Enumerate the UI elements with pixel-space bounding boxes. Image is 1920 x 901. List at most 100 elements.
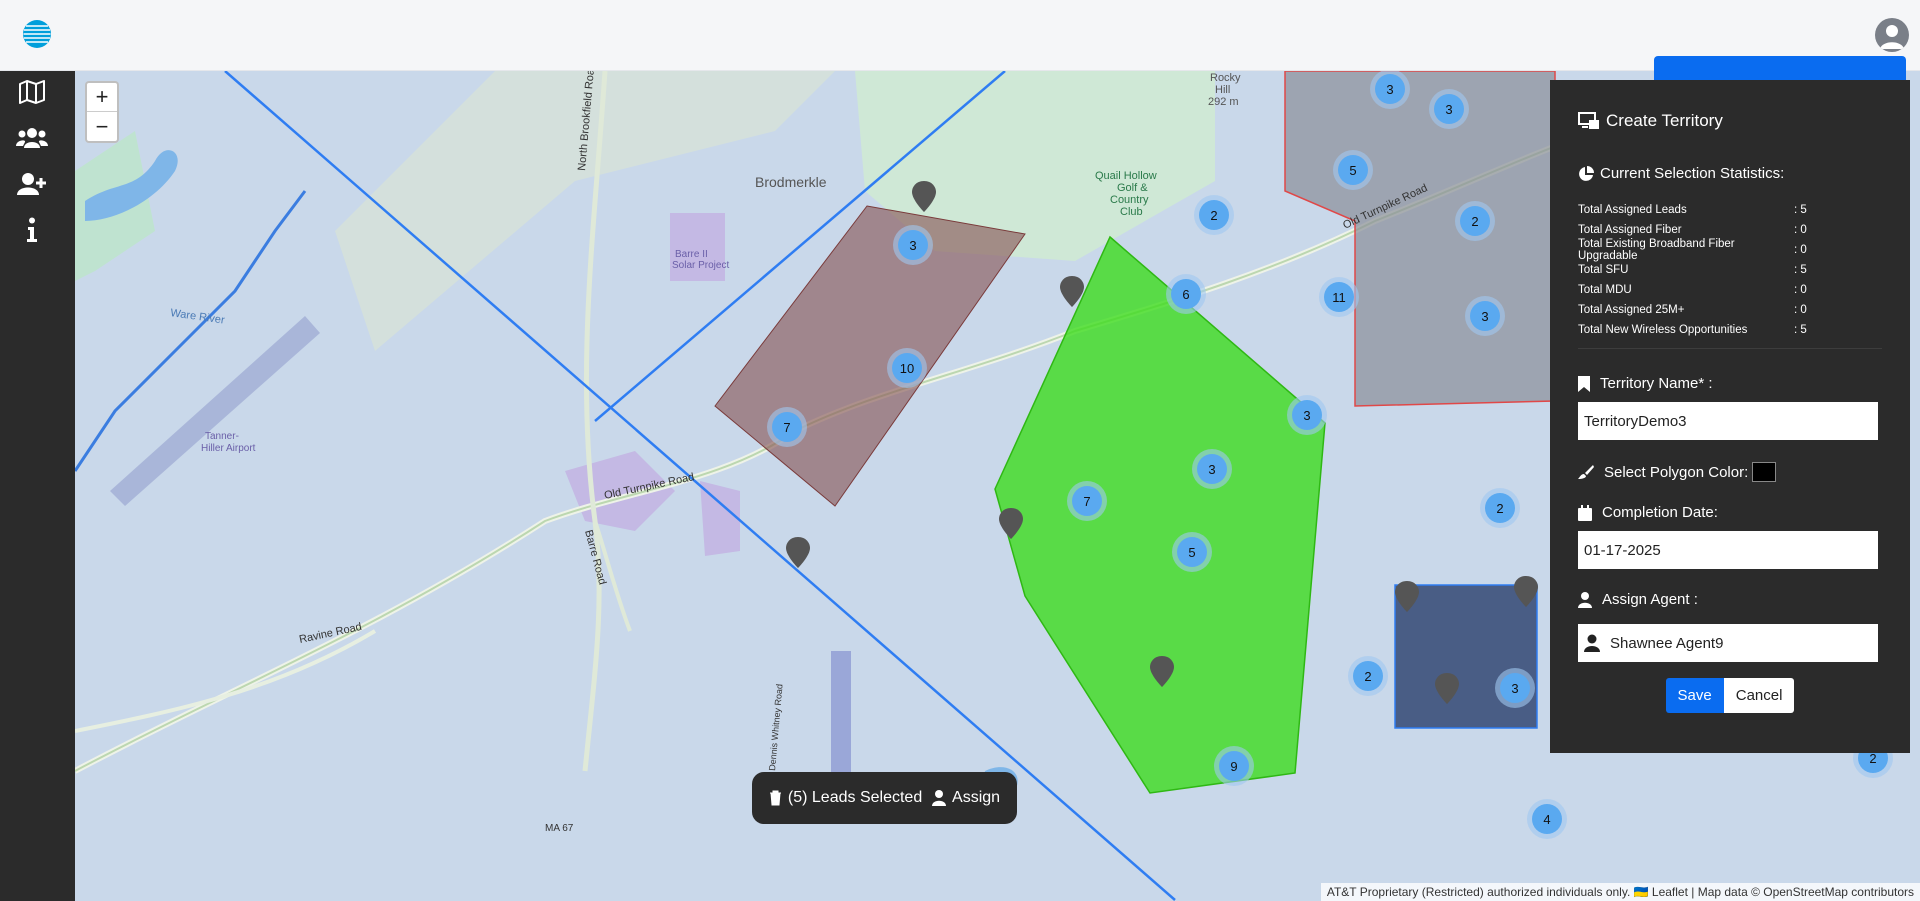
stat-value: : 0 [1794,244,1807,256]
save-button[interactable]: Save [1665,678,1724,713]
completion-date-label: Completion Date: [1578,504,1882,521]
leads-selected-button[interactable]: (5) Leads Selected [769,789,922,807]
assign-agent-select[interactable]: Shawnee Agent9 [1578,624,1878,662]
agent-user-icon [1584,634,1600,652]
map-label-airport1: Tanner- [205,431,239,442]
completion-date-label-text: Completion Date: [1602,504,1718,521]
stat-label: Total Assigned Fiber [1578,224,1682,236]
pie-chart-icon [1579,165,1594,181]
territory-polygon-brown [714,205,1026,507]
map-label-elev: 292 m [1208,96,1239,108]
paint-brush-icon [1578,465,1594,479]
users-icon[interactable] [12,121,52,155]
zoom-control: + − [85,81,119,143]
cluster-marker[interactable]: 3 [1192,449,1232,489]
stat-row: Total New Wireless Opportunities: 5 [1578,320,1882,340]
map-label-road-dw: Dennis Whitney Road [767,684,785,772]
map-label-golf2: Golf & [1117,182,1148,194]
cluster-marker[interactable]: 2 [1455,201,1495,241]
cluster-marker[interactable]: 3 [1465,296,1505,336]
assign-label: Assign [952,789,1001,806]
stat-row: Total Assigned 25M+ : 0 [1578,300,1882,320]
map-label-road-ma67: MA 67 [545,823,574,834]
stats-divider [1578,348,1882,349]
user-icon [1578,591,1592,608]
cluster-marker[interactable]: 11 [1319,277,1359,317]
panel-title-text: Create Territory [1606,111,1723,130]
cluster-marker[interactable]: 4 [1527,799,1567,839]
cluster-marker[interactable]: 5 [1333,150,1373,190]
panel-title: Create Territory [1578,111,1882,131]
stat-label: Total Assigned 25M+ [1578,304,1685,316]
cluster-marker[interactable]: 3 [1429,89,1469,129]
polygon-color-picker[interactable] [1752,462,1777,482]
map-label-brodmerkle: Brodmerkle [755,174,827,190]
stat-row: Total Assigned Fiber: 0 [1578,220,1882,240]
cluster-marker[interactable]: 7 [767,407,807,447]
map-icon[interactable] [12,75,52,109]
stat-row: Total Existing Broadband Fiber Upgradabl… [1578,238,1882,262]
stat-row: Total SFU : 5 [1578,260,1882,280]
stat-row: Total Assigned Leads : 5 [1578,200,1882,220]
map-label-golf3: Country [1110,194,1149,206]
cluster-marker[interactable]: 6 [1166,274,1206,314]
bookmark-icon [1578,375,1590,392]
user-plus-icon[interactable] [12,167,52,201]
cluster-marker[interactable]: 3 [1287,395,1327,435]
stat-label: Total Existing Broadband Fiber Upgradabl… [1578,238,1735,262]
calendar-icon [1578,504,1592,521]
stat-value: : 5 [1794,264,1807,276]
panel-top-tab [1654,56,1906,80]
stat-label: Total MDU [1578,284,1632,296]
stats-title-text: Current Selection Statistics: [1600,165,1785,182]
assign-button[interactable]: Assign [932,789,1000,807]
user-avatar[interactable] [1875,18,1909,52]
territory-name-label: Territory Name* : [1578,375,1882,392]
cluster-marker[interactable]: 3 [1495,668,1535,708]
zoom-in-button[interactable]: + [87,83,117,112]
cluster-marker[interactable]: 7 [1067,481,1107,521]
cluster-marker[interactable]: 5 [1172,532,1212,572]
user-icon [932,790,947,806]
territory-name-input[interactable]: TerritoryDemo3 [1578,402,1878,440]
left-sidebar [0,71,75,901]
territory-icon [1578,112,1599,129]
cluster-marker[interactable]: 9 [1214,746,1254,786]
map-label-solar1: Barre II [675,249,708,260]
stat-row: Total MDU : 0 [1578,280,1882,300]
assign-agent-value: Shawnee Agent9 [1610,634,1724,652]
stat-value: : 5 [1794,324,1807,336]
att-logo[interactable] [22,19,52,49]
create-territory-panel: Create Territory Current Selection Stati… [1550,80,1910,753]
stat-value: : 0 [1794,284,1807,296]
polygon-color-label-text: Select Polygon Color: [1604,463,1749,481]
assign-agent-label: Assign Agent : [1578,591,1882,608]
stats-title: Current Selection Statistics: [1578,165,1882,182]
zoom-out-button[interactable]: − [87,112,117,141]
cancel-button[interactable]: Cancel [1723,678,1795,713]
cluster-marker[interactable]: 2 [1480,488,1520,528]
cluster-marker[interactable]: 3 [893,225,933,265]
completion-date-input[interactable]: 01-17-2025 [1578,531,1878,569]
map-label-hill: Hill [1215,84,1230,96]
territory-polygon-green [994,235,1326,794]
map-attribution: AT&T Proprietary (Restricted) authorized… [1320,883,1920,901]
map-label-airport2: Hiller Airport [201,443,256,454]
map-label-rocky: Rocky [1210,72,1241,84]
trash-icon [769,790,781,806]
map-label-solar2: Solar Project [672,260,729,271]
info-icon[interactable] [12,213,52,247]
stat-value: : 5 [1794,204,1807,216]
cluster-marker[interactable]: 2 [1348,656,1388,696]
stat-value: : 0 [1794,304,1807,316]
leads-selected-label: (5) Leads Selected [787,789,923,806]
assign-agent-label-text: Assign Agent : [1602,591,1698,608]
stat-label: Total Assigned Leads [1578,204,1687,216]
airport-runway [110,316,320,506]
leads-action-bar: (5) Leads Selected Assign [752,772,1017,824]
territory-polygon-gray [1284,71,1556,407]
panel-actions: Save Cancel [1578,678,1882,713]
cluster-marker[interactable]: 10 [887,348,927,388]
cluster-marker[interactable]: 2 [1194,195,1234,235]
stat-label: Total SFU [1578,264,1629,276]
